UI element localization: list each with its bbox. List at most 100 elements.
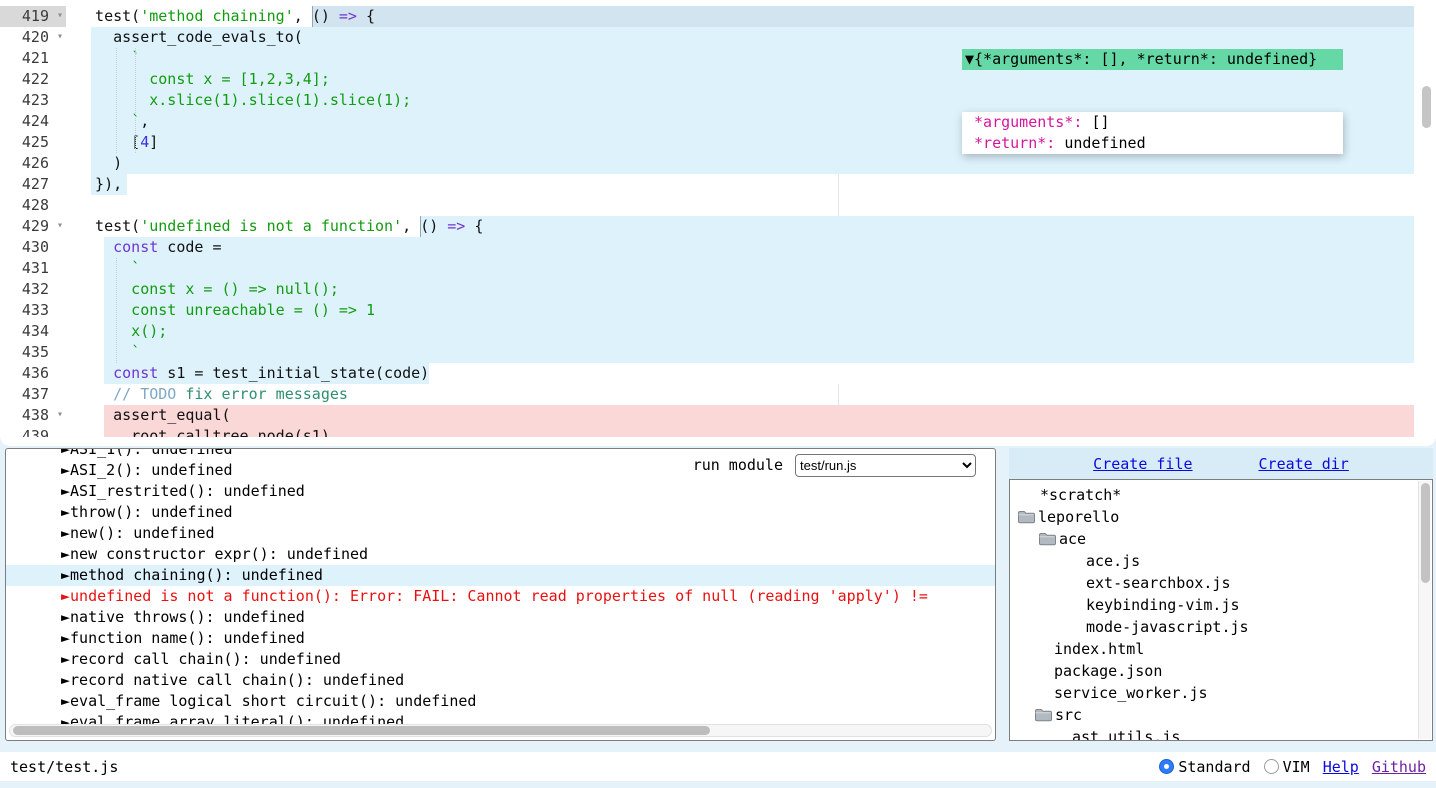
test-result-text: eval_frame logical short circuit(): unde…	[70, 692, 476, 710]
gutter-line-number: 438▾	[0, 405, 66, 426]
file-tree-scrollbar[interactable]	[1418, 481, 1431, 739]
line-number: 423	[22, 91, 49, 109]
code-line[interactable]: `	[66, 342, 1414, 363]
tooltip-entry[interactable]: *return*: undefined	[965, 133, 1343, 154]
console-horizontal-scrollbar[interactable]	[9, 724, 992, 737]
expand-triangle-icon[interactable]: ►	[61, 629, 70, 647]
expand-triangle-icon[interactable]: ►	[61, 545, 70, 563]
tree-file-ace.js[interactable]: ace.js	[1010, 550, 1432, 572]
tree-file-service_worker.js[interactable]: service_worker.js	[1010, 682, 1432, 704]
code-text: assert_equal(	[77, 406, 231, 424]
expand-triangle-icon[interactable]: ►	[61, 482, 70, 500]
tree-file-index.html[interactable]: index.html	[1010, 638, 1432, 660]
test-result-text: undefined is not a function(): Error: FA…	[70, 587, 928, 605]
test-result-item[interactable]: ►record native call chain(): undefined	[6, 670, 995, 691]
test-result-text: new constructor expr(): undefined	[70, 545, 368, 563]
expand-triangle-icon[interactable]: ►	[61, 524, 70, 542]
tree-item-label: index.html	[1054, 640, 1144, 658]
code-line[interactable]: const s1 = test_initial_state(code)	[66, 363, 1414, 384]
tree-item-label: *scratch*	[1040, 486, 1121, 504]
tree-file-*scratch*[interactable]: *scratch*	[1010, 484, 1432, 506]
line-number: 427	[22, 175, 49, 193]
help-link[interactable]: Help	[1323, 758, 1359, 776]
code-line[interactable]: test('undefined is not a function', () =…	[66, 216, 1414, 237]
fold-arrow-icon[interactable]: ▾	[57, 215, 63, 236]
line-number: 421	[22, 49, 49, 67]
expand-triangle-icon[interactable]: ►	[61, 566, 70, 584]
code-line[interactable]: `	[66, 258, 1414, 279]
evaluated-code-highlight	[104, 405, 1414, 426]
gutter-line-number: 428	[0, 195, 66, 216]
expand-triangle-icon[interactable]: ►	[61, 503, 70, 521]
test-result-item[interactable]: ►undefined is not a function(): Error: F…	[6, 586, 995, 607]
tree-folder-src[interactable]: src	[1010, 704, 1432, 726]
line-number: 429	[22, 217, 49, 235]
radio-label: Standard	[1178, 758, 1250, 776]
tree-item-label: service_worker.js	[1054, 684, 1208, 702]
test-result-item[interactable]: ►new(): undefined	[6, 523, 995, 544]
code-text: const s1 = test_initial_state(code)	[77, 364, 429, 382]
line-number: 426	[22, 154, 49, 172]
tree-file-package.json[interactable]: package.json	[1010, 660, 1432, 682]
tooltip-key: *arguments*:	[965, 113, 1091, 131]
test-result-item[interactable]: ►function name(): undefined	[6, 628, 995, 649]
expand-triangle-icon[interactable]: ►	[61, 461, 70, 479]
fold-arrow-icon[interactable]: ▾	[57, 26, 63, 47]
keybinding-mode-vim[interactable]: VIM	[1264, 758, 1310, 776]
github-link[interactable]: Github	[1372, 758, 1426, 776]
test-result-item[interactable]: ►method chaining(): undefined	[6, 565, 995, 586]
tooltip-header[interactable]: ▼{*arguments*: [], *return*: undefined}	[962, 49, 1343, 70]
run-module-select[interactable]: test/run.js	[795, 454, 976, 477]
code-line[interactable]: const x = () => null();	[66, 279, 1414, 300]
code-line[interactable]: const unreachable = () => 1	[66, 300, 1414, 321]
test-result-item[interactable]: ►eval_frame logical short circuit(): und…	[6, 691, 995, 712]
expand-triangle-icon[interactable]: ►	[61, 608, 70, 626]
code-line[interactable]: assert_equal(	[66, 405, 1414, 426]
test-result-item[interactable]: ►new constructor expr(): undefined	[6, 544, 995, 565]
file-tree-scrollbar-thumb[interactable]	[1421, 483, 1430, 583]
keybinding-mode-standard[interactable]: Standard	[1159, 758, 1250, 776]
tree-file-mode-javascript.js[interactable]: mode-javascript.js	[1010, 616, 1432, 638]
console-panel: ►ASI_1(): undefined►ASI_2(): undefined►A…	[5, 448, 996, 741]
tree-file-ext-searchbox.js[interactable]: ext-searchbox.js	[1010, 572, 1432, 594]
code-editor[interactable]: 419▾420▾421422423424425426427428429▾4304…	[0, 0, 1436, 446]
code-line[interactable]: root_calltree_node(s1)	[66, 426, 1414, 437]
tooltip-entry[interactable]: *arguments*: []	[965, 112, 1343, 133]
code-line[interactable]: // TODO fix error messages	[66, 384, 1414, 405]
fold-arrow-icon[interactable]: ▾	[57, 404, 63, 425]
run-module-label: run module	[693, 455, 783, 476]
evaluated-code-highlight	[104, 321, 1414, 342]
code-line[interactable]: const code =	[66, 237, 1414, 258]
expand-triangle-icon[interactable]: ►	[61, 587, 70, 605]
tree-folder-leporello[interactable]: leporello	[1010, 506, 1432, 528]
tree-folder-ace[interactable]: ace	[1010, 528, 1432, 550]
fold-arrow-icon[interactable]: ▾	[57, 5, 63, 26]
test-result-item[interactable]: ►ASI_restrited(): undefined	[6, 481, 995, 502]
folder-icon	[1038, 532, 1056, 546]
code-line[interactable]	[66, 195, 1414, 216]
test-result-item[interactable]: ►throw(): undefined	[6, 502, 995, 523]
create-dir-button[interactable]: Create dir	[1259, 455, 1349, 473]
expand-triangle-icon[interactable]: ►	[61, 650, 70, 668]
folder-icon	[1017, 510, 1035, 524]
tree-file-keybinding-vim.js[interactable]: keybinding-vim.js	[1010, 594, 1432, 616]
console-horizontal-scrollbar-thumb[interactable]	[13, 726, 710, 735]
indent-guide	[116, 48, 117, 153]
expand-triangle-icon[interactable]: ►	[61, 671, 70, 689]
tree-file-ast_utils.js[interactable]: ast_utils.js	[1010, 726, 1432, 741]
create-file-button[interactable]: Create file	[1093, 455, 1192, 473]
radio-vim[interactable]	[1264, 759, 1279, 774]
expand-triangle-icon[interactable]: ►	[61, 692, 70, 710]
expand-triangle-icon[interactable]: ►	[61, 448, 70, 458]
current-file-path: test/test.js	[10, 758, 118, 776]
radio-standard[interactable]	[1159, 759, 1174, 774]
test-result-item[interactable]: ►native throws(): undefined	[6, 607, 995, 628]
tree-item-label: keybinding-vim.js	[1086, 596, 1240, 614]
line-number: 436	[22, 364, 49, 382]
test-result-text: method chaining(): undefined	[70, 566, 323, 584]
test-result-item[interactable]: ►record call chain(): undefined	[6, 649, 995, 670]
line-number: 432	[22, 280, 49, 298]
editor-vertical-scrollbar-thumb[interactable]	[1422, 86, 1431, 128]
code-line[interactable]: x();	[66, 321, 1414, 342]
code-text: assert_code_evals_to(	[77, 28, 303, 46]
